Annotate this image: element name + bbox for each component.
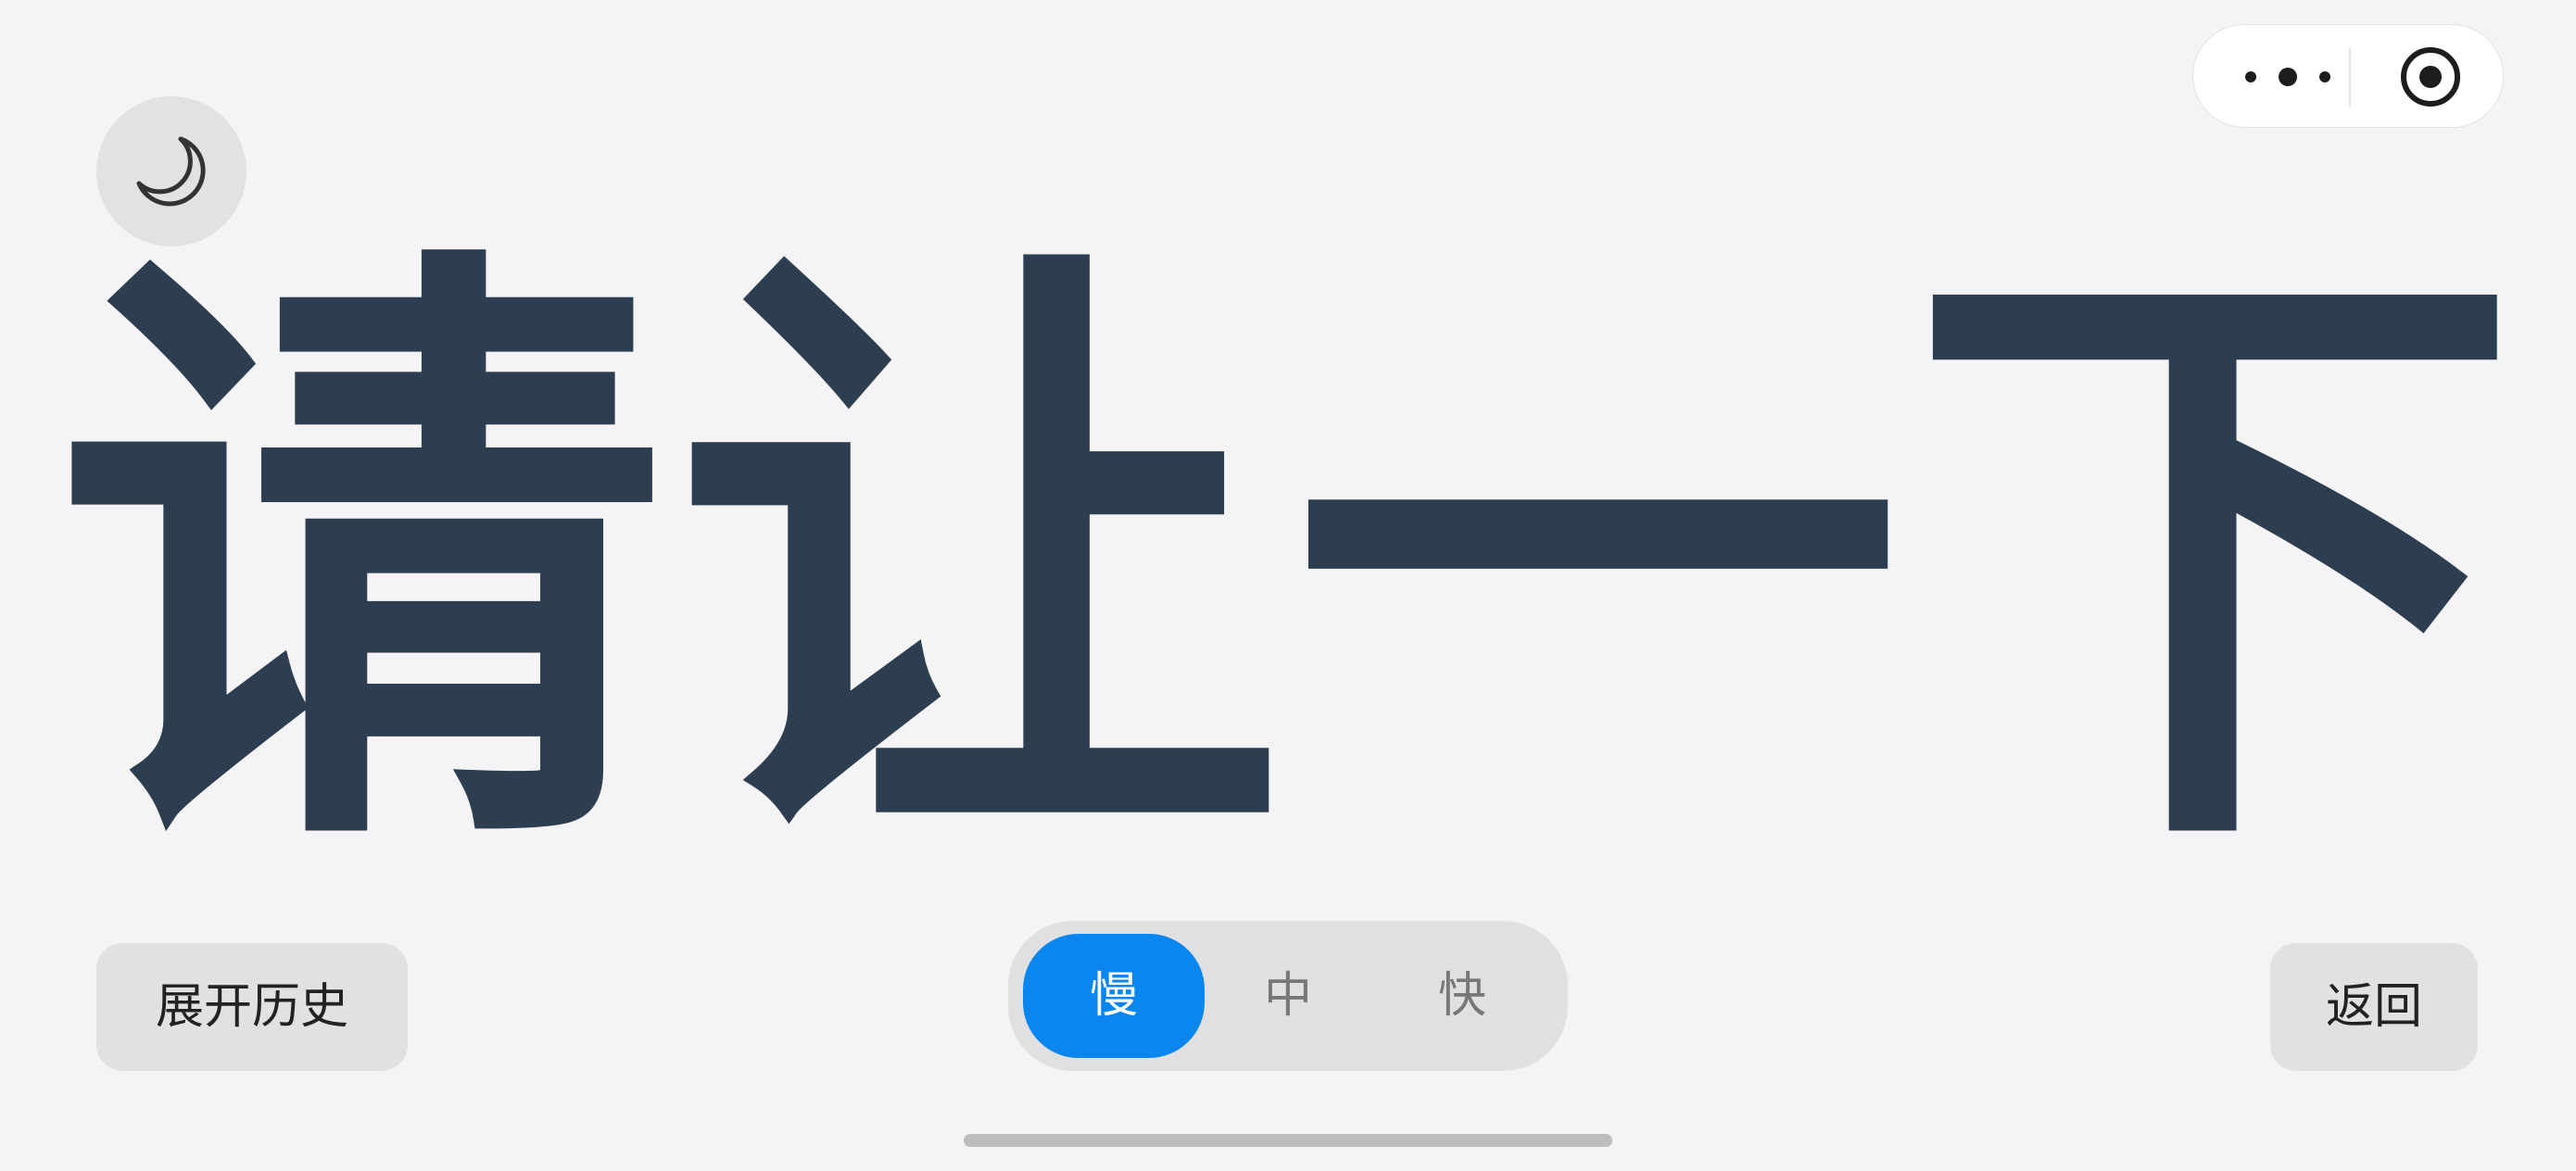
display-char: 一 bbox=[1291, 205, 1903, 917]
display-char: 下 bbox=[1908, 205, 2520, 917]
home-indicator[interactable] bbox=[964, 1134, 1612, 1147]
moon-icon bbox=[136, 136, 206, 207]
capsule-divider bbox=[2349, 47, 2351, 107]
display-char: 让 bbox=[673, 205, 1285, 917]
target-icon[interactable] bbox=[2399, 45, 2462, 108]
back-label: 返回 bbox=[2325, 979, 2422, 1035]
large-display-text: 请 让 一 下 bbox=[56, 219, 2520, 904]
mini-program-capsule bbox=[2192, 24, 2504, 128]
more-dots-icon[interactable] bbox=[2241, 58, 2334, 95]
speed-option-medium[interactable]: 中 bbox=[1197, 934, 1379, 1058]
display-char: 请 bbox=[56, 205, 667, 917]
speed-option-slow[interactable]: 慢 bbox=[1023, 934, 1205, 1058]
expand-history-button[interactable]: 展开历史 bbox=[96, 943, 408, 1071]
speed-selector: 慢 中 快 bbox=[1008, 921, 1568, 1071]
speed-option-fast[interactable]: 快 bbox=[1371, 934, 1553, 1058]
expand-history-label: 展开历史 bbox=[155, 979, 348, 1035]
back-button[interactable]: 返回 bbox=[2270, 943, 2478, 1071]
